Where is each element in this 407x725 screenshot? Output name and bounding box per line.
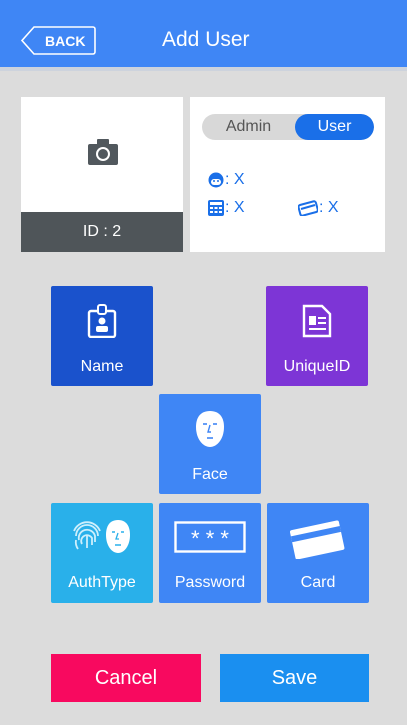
role-option-user[interactable]: User bbox=[295, 114, 374, 140]
face-status: : X bbox=[208, 171, 245, 189]
back-button[interactable]: BACK bbox=[20, 26, 96, 55]
name-tile-label: Name bbox=[80, 358, 124, 375]
cancel-button[interactable]: Cancel bbox=[51, 654, 201, 702]
keypad-icon bbox=[208, 200, 224, 216]
password-tile[interactable]: * * * Password bbox=[159, 503, 261, 603]
face-tile[interactable]: Face bbox=[159, 394, 261, 494]
password-field-icon: * * * bbox=[174, 521, 246, 553]
auth-type-tile[interactable]: AuthType bbox=[51, 503, 153, 603]
app-header: BACK Add User bbox=[0, 0, 407, 71]
face-status-value: : X bbox=[225, 171, 245, 188]
face-tile-label: Face bbox=[192, 466, 228, 483]
name-tile[interactable]: Name bbox=[51, 286, 153, 386]
id-badge-icon bbox=[87, 304, 117, 338]
password-tile-label: Password bbox=[174, 574, 246, 591]
svg-text:* * *: * * * bbox=[191, 526, 229, 551]
user-id-label: ID : 2 bbox=[21, 212, 183, 252]
password-status: : X bbox=[208, 199, 245, 217]
unique-id-tile[interactable]: UniqueID bbox=[266, 286, 368, 386]
page-title: Add User bbox=[162, 28, 250, 51]
role-option-admin[interactable]: Admin bbox=[202, 114, 295, 140]
face-icon bbox=[208, 172, 224, 188]
unique-id-tile-label: UniqueID bbox=[283, 358, 351, 375]
camera-icon bbox=[88, 139, 118, 165]
face-mask-icon bbox=[196, 411, 224, 447]
save-button[interactable]: Save bbox=[220, 654, 369, 702]
password-status-value: : X bbox=[225, 199, 245, 216]
card-tile-label: Card bbox=[300, 574, 336, 591]
fingerprint-face-icon bbox=[73, 520, 130, 553]
user-info-card: Admin User : X : X : X bbox=[190, 97, 385, 252]
auth-type-tile-label: AuthType bbox=[68, 574, 136, 591]
card-status-value: : X bbox=[319, 199, 339, 216]
card-status: : X bbox=[298, 199, 339, 217]
card-swipe-icon bbox=[290, 520, 345, 559]
back-label: BACK bbox=[45, 33, 86, 49]
document-id-icon bbox=[302, 304, 332, 338]
role-toggle[interactable]: Admin User bbox=[202, 114, 374, 140]
card-tile[interactable]: Card bbox=[267, 503, 369, 603]
card-icon bbox=[298, 200, 318, 216]
user-photo-card[interactable]: ID : 2 bbox=[21, 97, 183, 252]
